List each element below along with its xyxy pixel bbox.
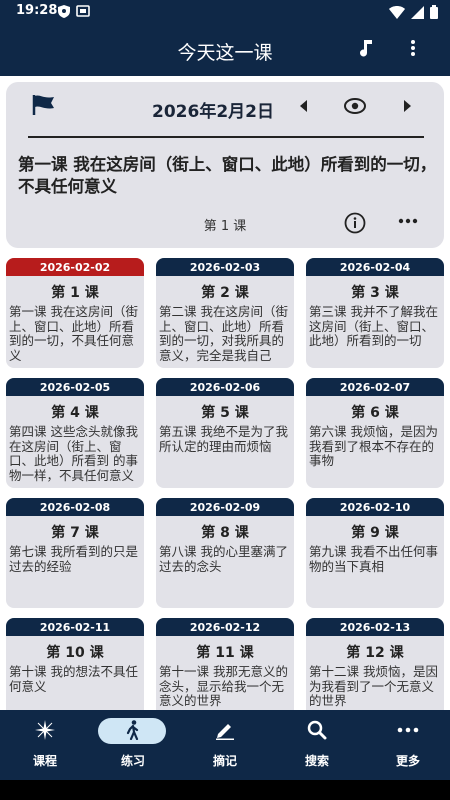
more-vert-icon[interactable]: [410, 40, 416, 56]
app-bar: 今天这一课: [0, 24, 450, 76]
today-lesson-card: 2026年2月2日 第一课 我在这房间（街上、窗口、此地）所看到的一切，不具任何…: [6, 82, 444, 248]
wifi-icon: [389, 5, 405, 19]
lesson-card-text: 第九课 我看不出任何事物的当下真相: [309, 544, 438, 574]
music-note-icon[interactable]: [358, 38, 374, 58]
lesson-card-date: 2026-02-03: [156, 258, 294, 276]
lesson-card[interactable]: 2026-02-07 第 6 课第六课 我烦恼，是因为我看到了根本不存在的事物: [306, 378, 444, 488]
nav-label: 练习: [120, 754, 145, 768]
lesson-card-number: 第 7 课: [51, 525, 99, 541]
lesson-card-number: 第 2 课: [201, 285, 249, 301]
lesson-card-date: 2026-02-11: [6, 618, 144, 636]
more-horiz-icon[interactable]: [398, 218, 418, 224]
nav-item-more-horiz[interactable]: 更多: [363, 710, 450, 780]
status-bar: 19:28: [0, 0, 450, 24]
flag-icon[interactable]: [32, 94, 56, 116]
battery-icon: [430, 5, 438, 19]
screen-icon: [76, 5, 90, 17]
previous-day-icon[interactable]: [299, 100, 307, 112]
lesson-card-text: 第三课 我并不了解我在这房间（街上、窗口、此地）所看到的一切: [309, 304, 438, 349]
eye-icon[interactable]: [344, 97, 366, 115]
lesson-card-number: 第 9 课: [351, 525, 399, 541]
next-day-icon[interactable]: [404, 100, 412, 112]
lesson-card-text: 第四课 这些念头就像我在这房间（街上、窗口、此地）所看到 的事物一样，不具任何意…: [9, 424, 138, 483]
lesson-title: 第一课 我在这房间（街上、窗口、此地）所看到的一切，不具任何意义: [18, 155, 437, 196]
nav-item-pencil[interactable]: 摘记: [180, 710, 270, 780]
lesson-card[interactable]: 2026-02-03 第 2 课第二课 我在这房间（街上、窗口、此地）所看到的一切…: [156, 258, 294, 368]
more-horiz-icon: [363, 720, 450, 744]
nav-item-sparkle[interactable]: 课程: [0, 710, 90, 780]
lesson-card-text: 第七课 我所看到的只是过去的经验: [9, 544, 138, 574]
nav-label: 搜索: [304, 754, 329, 768]
lesson-card-number: 第 1 课: [51, 285, 99, 301]
lesson-card-text: 第八课 我的心里塞满了过去的念头: [159, 544, 288, 574]
lesson-card[interactable]: 2026-02-09 第 8 课第八课 我的心里塞满了过去的念头: [156, 498, 294, 608]
lesson-card[interactable]: 2026-02-04 第 3 课第三课 我并不了解我在这房间（街上、窗口、此地）所…: [306, 258, 444, 368]
lesson-card-text: 第一课 我在这房间（街上、窗口、此地）所看到的一切，不具任何意义: [9, 304, 138, 363]
lesson-card-date: 2026-02-10: [306, 498, 444, 516]
lesson-card-date: 2026-02-08: [6, 498, 144, 516]
lesson-card-text: 第六课 我烦恼，是因为我看到了根本不存在的事物: [309, 424, 438, 469]
lesson-card[interactable]: 2026-02-06 第 5 课第五课 我绝不是为了我所认定的理由而烦恼: [156, 378, 294, 488]
lesson-card-date: 2026-02-04: [306, 258, 444, 276]
lesson-card-number: 第 8 课: [201, 525, 249, 541]
bottom-navigation: 课程 练习 摘记 搜索 更多: [0, 710, 450, 780]
lesson-card-date: 2026-02-12: [156, 618, 294, 636]
lesson-card-date: 2026-02-02: [6, 258, 144, 276]
lesson-card-text: 第五课 我绝不是为了我所认定的理由而烦恼: [159, 424, 288, 454]
lesson-card-number: 第 6 课: [351, 405, 399, 421]
sparkle-icon: [0, 720, 90, 744]
lesson-card-number: 第 5 课: [201, 405, 249, 421]
lesson-card-date: 2026-02-07: [306, 378, 444, 396]
lesson-card[interactable]: 2026-02-08 第 7 课第七课 我所看到的只是过去的经验: [6, 498, 144, 608]
lesson-card-date: 2026-02-09: [156, 498, 294, 516]
lesson-card-number: 第 11 课: [196, 645, 254, 661]
nav-label: 课程: [32, 754, 57, 768]
info-icon[interactable]: [344, 212, 366, 234]
divider: [28, 136, 424, 138]
nav-label: 摘记: [212, 754, 237, 768]
signal-icon: [411, 5, 424, 19]
nav-label: 更多: [395, 754, 420, 768]
nav-item-search[interactable]: 搜索: [272, 710, 362, 780]
lesson-card-date: 2026-02-13: [306, 618, 444, 636]
shield-icon: [58, 5, 70, 18]
lesson-card[interactable]: 2026-02-05 第 4 课第四课 这些念头就像我在这房间（街上、窗口、此地）…: [6, 378, 144, 488]
lesson-card[interactable]: 2026-02-02 第 1 课第一课 我在这房间（街上、窗口、此地）所看到的一切…: [6, 258, 144, 368]
lesson-card-number: 第 3 课: [351, 285, 399, 301]
lesson-card-date: 2026-02-05: [6, 378, 144, 396]
lesson-card-number: 第 12 课: [346, 645, 404, 661]
lesson-card-date: 2026-02-06: [156, 378, 294, 396]
lesson-number: 第 1 课: [203, 219, 247, 234]
nav-item-walking[interactable]: 练习: [88, 710, 178, 780]
search-icon: [272, 720, 362, 744]
current-date[interactable]: 2026年2月2日: [152, 97, 274, 122]
status-time: 19:28: [16, 3, 58, 18]
lesson-card-number: 第 10 课: [46, 645, 104, 661]
lesson-card[interactable]: 2026-02-10 第 9 课第九课 我看不出任何事物的当下真相: [306, 498, 444, 608]
system-navigation-bar: [0, 780, 450, 800]
walking-icon: [88, 720, 178, 744]
app-title: 今天这一课: [177, 42, 273, 64]
lesson-card-number: 第 4 课: [51, 405, 99, 421]
lesson-card-text: 第二课 我在这房间（街上、窗口、此地）所看到的一切，对我所具的意义，完全是我自己: [159, 304, 288, 363]
pencil-icon: [180, 720, 270, 744]
